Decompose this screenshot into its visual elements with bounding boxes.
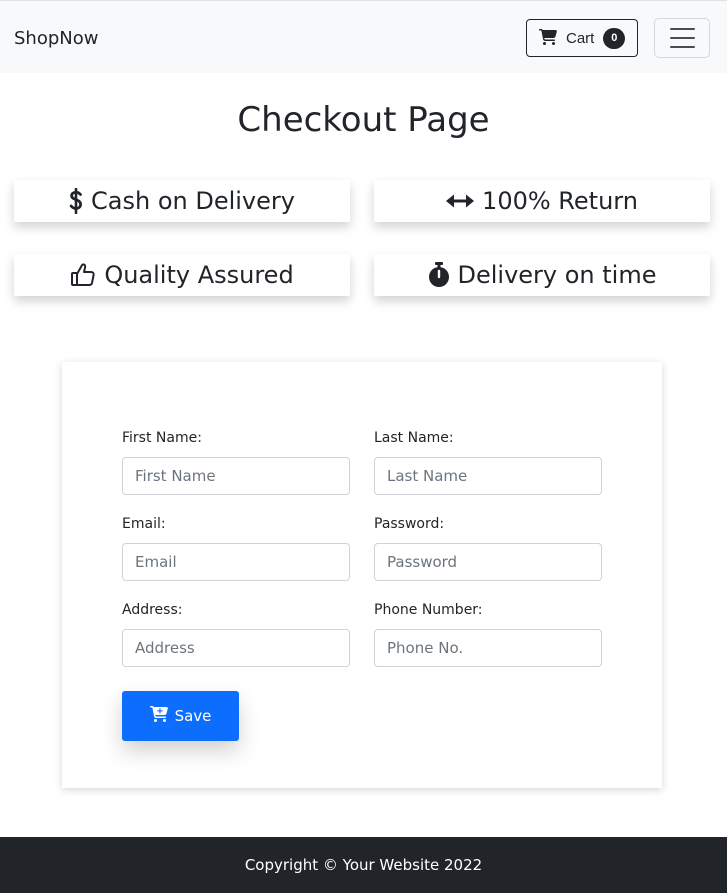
hamburger-icon-bar bbox=[669, 28, 695, 30]
cart-plus-icon bbox=[149, 706, 168, 726]
checkout-form: First Name: Last Name: Email: Password: … bbox=[62, 362, 662, 788]
address-input[interactable] bbox=[122, 629, 350, 667]
stopwatch-icon bbox=[428, 262, 450, 288]
email-input[interactable] bbox=[122, 543, 350, 581]
phone-input[interactable] bbox=[374, 629, 602, 667]
arrows-horizontal-icon bbox=[446, 193, 475, 209]
feature-label: Quality Assured bbox=[104, 261, 294, 289]
cart-count-badge: 0 bbox=[603, 27, 626, 49]
page-title: Checkout Page bbox=[237, 100, 490, 140]
email-label: Email: bbox=[122, 516, 166, 532]
feature-label: Cash on Delivery bbox=[91, 187, 295, 215]
save-button-label: Save bbox=[174, 707, 212, 725]
feature-delivery-on-time: Delivery on time bbox=[374, 254, 710, 296]
hamburger-icon-bar bbox=[669, 46, 695, 48]
navbar: ShopNow Cart 0 bbox=[0, 0, 727, 73]
cart-label: Cart bbox=[566, 29, 595, 47]
page: ShopNow Cart 0 Checkout Page Cash on Del… bbox=[0, 0, 727, 893]
address-label: Address: bbox=[122, 602, 183, 618]
brand-link[interactable]: ShopNow bbox=[14, 28, 98, 50]
dollar-icon bbox=[69, 188, 83, 214]
save-button[interactable]: Save bbox=[122, 691, 239, 741]
cart-button[interactable]: Cart 0 bbox=[526, 19, 638, 57]
last-name-label: Last Name: bbox=[374, 430, 454, 446]
menu-toggle-button[interactable] bbox=[654, 18, 710, 58]
thumbs-up-icon bbox=[70, 262, 96, 288]
feature-label: 100% Return bbox=[482, 187, 638, 215]
last-name-input[interactable] bbox=[374, 457, 602, 495]
feature-quality-assured: Quality Assured bbox=[14, 254, 350, 296]
copyright-text: Copyright © Your Website 2022 bbox=[244, 856, 483, 874]
hamburger-icon-bar bbox=[669, 37, 695, 39]
first-name-input[interactable] bbox=[122, 457, 350, 495]
feature-cash-on-delivery: Cash on Delivery bbox=[14, 180, 350, 222]
password-label: Password: bbox=[374, 516, 445, 532]
feature-return: 100% Return bbox=[374, 180, 710, 222]
footer: Copyright © Your Website 2022 bbox=[0, 837, 727, 893]
feature-label: Delivery on time bbox=[457, 261, 657, 289]
phone-label: Phone Number: bbox=[374, 602, 483, 618]
password-input[interactable] bbox=[374, 543, 602, 581]
cart-icon bbox=[539, 28, 557, 48]
first-name-label: First Name: bbox=[122, 430, 202, 446]
